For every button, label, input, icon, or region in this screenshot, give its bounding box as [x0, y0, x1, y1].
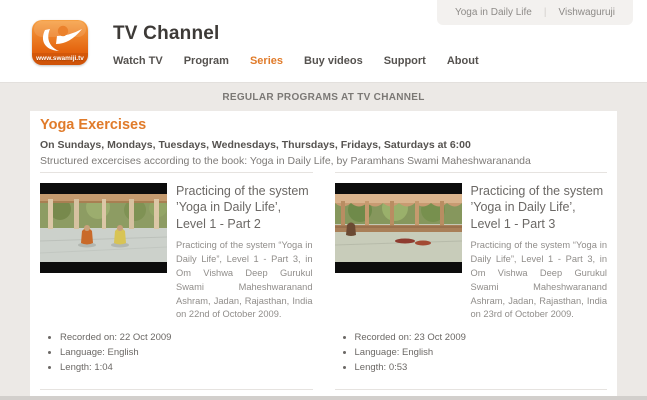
video-title[interactable]: Practicing of the system ’Yoga in Daily … — [471, 183, 608, 232]
video-description: Practicing of the system “Yoga in Daily … — [176, 239, 313, 323]
series-card: Yoga Exercises On Sundays, Mondays, Tues… — [30, 111, 617, 400]
link-yoga-in-daily-life[interactable]: Yoga in Daily Life — [455, 7, 532, 18]
meta-recorded: Recorded on: 23 Oct 2009 — [355, 332, 608, 343]
video-title[interactable]: Practicing of the system ’Yoga in Daily … — [176, 183, 313, 232]
meta-length: Length: 1:04 — [60, 362, 313, 373]
regular-programs-band: REGULAR PROGRAMS AT TV CHANNEL — [0, 83, 647, 111]
nav-series[interactable]: Series — [250, 55, 283, 67]
schedule-text: On Sundays, Mondays, Tuesdays, Wednesday… — [40, 139, 607, 151]
nav-buy-videos[interactable]: Buy videos — [304, 55, 363, 67]
video-meta-list: Recorded on: 23 Oct 2009 Language: Engli… — [335, 332, 608, 373]
section-title: Yoga Exercises — [40, 117, 607, 133]
window-edge — [0, 396, 647, 400]
video-description: Practicing of the system “Yoga in Daily … — [471, 239, 608, 323]
meta-length: Length: 0:53 — [355, 362, 608, 373]
link-vishwaguruji[interactable]: Vishwaguruji — [558, 7, 615, 18]
video-thumbnail-part2[interactable] — [40, 183, 167, 273]
video-item-part2: Practicing of the system ’Yoga in Daily … — [40, 172, 313, 377]
site-switcher: Yoga in Daily Life | Vishwaguruji — [437, 0, 633, 25]
thumbnail-scene-two-kneeling — [40, 183, 167, 273]
thumbnail-scene-veranda — [335, 183, 462, 273]
nav-about[interactable]: About — [447, 55, 479, 67]
video-meta-list: Recorded on: 22 Oct 2009 Language: Engli… — [40, 332, 313, 373]
meta-recorded: Recorded on: 22 Oct 2009 — [60, 332, 313, 343]
video-item-part3: Practicing of the system ’Yoga in Daily … — [335, 172, 608, 377]
logo-url-text: www.swamiji.tv — [32, 55, 88, 62]
nav-program[interactable]: Program — [184, 55, 229, 67]
video-thumbnail-part3[interactable] — [335, 183, 462, 273]
main-nav: Watch TV Program Series Buy videos Suppo… — [113, 55, 647, 67]
swamiji-tv-logo[interactable]: www.swamiji.tv — [32, 20, 88, 65]
divider: | — [544, 7, 547, 18]
video-grid: Practicing of the system ’Yoga in Daily … — [40, 172, 607, 400]
meta-language: Language: English — [60, 347, 313, 358]
page-title: TV Channel — [113, 23, 647, 45]
nav-watch-tv[interactable]: Watch TV — [113, 55, 163, 67]
nav-support[interactable]: Support — [384, 55, 426, 67]
section-description: Structured excercises according to the b… — [40, 155, 607, 167]
meta-language: Language: English — [355, 347, 608, 358]
